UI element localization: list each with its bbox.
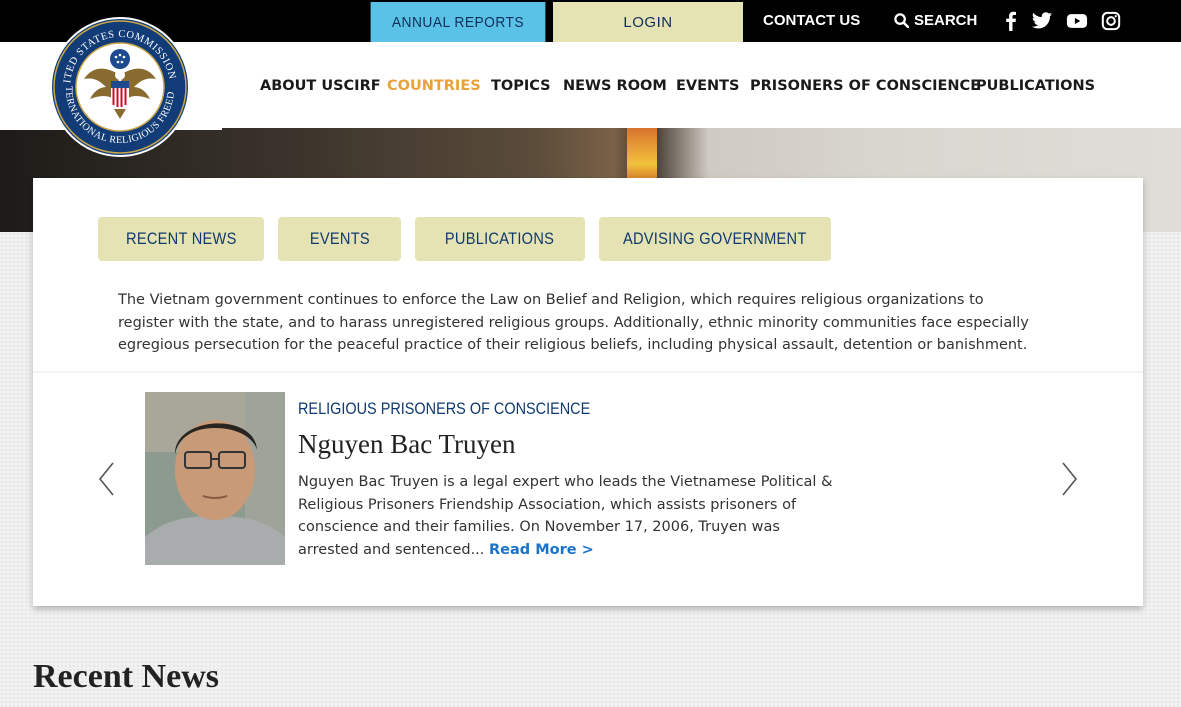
feature-bio: Nguyen Bac Truyen is a legal expert who … xyxy=(298,471,838,561)
search-button[interactable]: SEARCH xyxy=(894,12,977,29)
country-card: RECENT NEWS EVENTS PUBLICATIONS ADVISING… xyxy=(33,178,1143,606)
recent-news-heading: Recent News xyxy=(33,658,219,695)
tab-events[interactable]: EVENTS xyxy=(278,217,401,261)
prisoner-photo[interactable] xyxy=(145,392,285,565)
nav-events[interactable]: EVENTS xyxy=(676,78,740,94)
tab-recent-news[interactable]: RECENT NEWS xyxy=(98,217,264,261)
tab-advising-government[interactable]: ADVISING GOVERNMENT xyxy=(599,217,831,261)
instagram-icon[interactable] xyxy=(1100,11,1122,31)
annual-reports-button[interactable]: ANNUAL REPORTS xyxy=(370,2,546,42)
uscirf-logo[interactable]: UNITED STATES COMMISSION ON INTERNATIONA… xyxy=(48,17,192,157)
nav-news-room[interactable]: NEWS ROOM xyxy=(563,78,667,94)
carousel-prev-arrow-icon[interactable] xyxy=(97,461,117,497)
search-icon xyxy=(894,13,909,28)
nav-publications[interactable]: PUBLICATIONS xyxy=(976,78,1095,94)
tab-publications[interactable]: PUBLICATIONS xyxy=(415,217,585,261)
feature-title[interactable]: Nguyen Bac Truyen xyxy=(298,429,516,460)
nav-topics[interactable]: TOPICS xyxy=(491,78,551,94)
contact-us-link[interactable]: CONTACT US xyxy=(763,12,860,29)
nav-countries[interactable]: COUNTRIES xyxy=(387,78,481,94)
country-intro-text: The Vietnam government continues to enfo… xyxy=(118,292,1029,353)
search-label: SEARCH xyxy=(914,12,978,29)
read-more-link[interactable]: Read More > xyxy=(489,542,594,558)
twitter-icon[interactable] xyxy=(1031,11,1053,31)
youtube-icon[interactable] xyxy=(1066,11,1088,31)
nav-prisoners-of-conscience[interactable]: PRISONERS OF CONSCIENCE xyxy=(750,78,980,94)
login-button[interactable]: LOGIN xyxy=(553,2,743,42)
feature-category[interactable]: RELIGIOUS PRISONERS OF CONSCIENCE xyxy=(298,399,642,419)
facebook-icon[interactable] xyxy=(1000,11,1022,31)
section-divider xyxy=(33,371,1143,373)
carousel-next-arrow-icon[interactable] xyxy=(1059,461,1079,497)
nav-about-uscirf[interactable]: ABOUT USCIRF xyxy=(260,78,381,94)
